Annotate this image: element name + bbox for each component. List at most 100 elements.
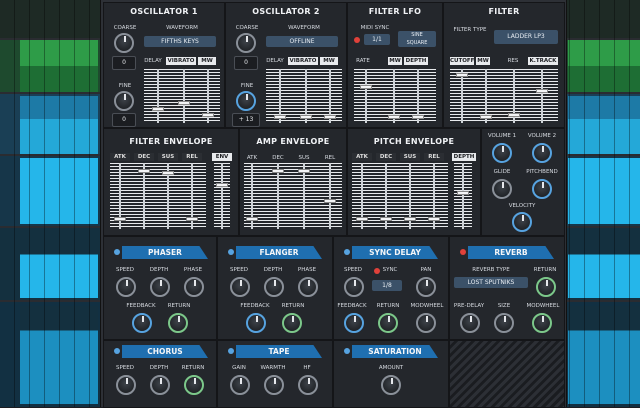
mw-slider[interactable]	[480, 69, 492, 123]
return-knob[interactable]	[378, 313, 398, 333]
return-knob[interactable]	[536, 277, 556, 297]
fine-knob[interactable]	[114, 91, 134, 111]
lfo-wave-select[interactable]: SINE SQUARE	[398, 31, 436, 47]
depth-toggle[interactable]: DEPTH	[452, 153, 476, 161]
sync-delay-power-led[interactable]	[344, 249, 350, 255]
coarse-knob[interactable]	[114, 33, 134, 53]
depth-knob[interactable]	[150, 277, 170, 297]
ktrack-toggle[interactable]: K.TRACK	[528, 57, 558, 65]
rel-slider[interactable]	[428, 163, 440, 229]
vibrato-slider[interactable]	[178, 69, 190, 123]
return-knob[interactable]	[282, 313, 302, 333]
cutoff-label[interactable]: CUTOFF	[450, 57, 474, 65]
amount-knob[interactable]	[381, 375, 401, 395]
phase-knob[interactable]	[184, 277, 204, 297]
mw-toggle[interactable]: MW	[198, 57, 216, 65]
flanger-title[interactable]: FLANGER	[236, 246, 322, 259]
glide-knob[interactable]	[492, 179, 512, 199]
cutoff-slider[interactable]	[456, 69, 468, 123]
mw-slider[interactable]	[324, 69, 336, 123]
sync-delay-title[interactable]: SYNC DELAY	[352, 246, 438, 259]
mw-toggle[interactable]: MW	[388, 57, 402, 65]
fine-value[interactable]: + 13	[232, 113, 260, 127]
res-slider[interactable]	[508, 69, 520, 123]
delay-slider[interactable]	[152, 69, 164, 123]
waveform-select[interactable]: OFFLINE	[266, 36, 338, 47]
reverb-type-select[interactable]: LOST SPUTNIKS	[454, 277, 528, 288]
coarse-value[interactable]: 0	[112, 56, 136, 70]
return-knob[interactable]	[184, 375, 204, 395]
depth-knob[interactable]	[150, 375, 170, 395]
modwheel-knob[interactable]	[416, 313, 436, 333]
dec-slider[interactable]	[272, 163, 284, 229]
volume-1-knob[interactable]	[492, 143, 512, 163]
feedback-knob[interactable]	[246, 313, 266, 333]
reverb-power-led[interactable]	[460, 249, 466, 255]
depth-slider[interactable]	[412, 69, 424, 123]
mw-slider[interactable]	[388, 69, 400, 123]
dec-slider[interactable]	[138, 163, 150, 229]
pan-knob[interactable]	[416, 277, 436, 297]
chorus-title[interactable]: CHORUS	[122, 345, 208, 358]
depth-toggle[interactable]: DEPTH	[404, 57, 428, 65]
chorus-power-led[interactable]	[114, 348, 120, 354]
mw-toggle[interactable]: MW	[476, 57, 490, 65]
feedback-knob[interactable]	[132, 313, 152, 333]
speed-knob[interactable]	[116, 277, 136, 297]
phaser-title[interactable]: PHASER	[122, 246, 208, 259]
atk-slider[interactable]	[356, 163, 368, 229]
env-toggle[interactable]: ENV	[212, 153, 232, 161]
pitch-depth-slider[interactable]	[457, 163, 469, 229]
return-label: RETURN	[167, 303, 191, 309]
pitchbend-knob[interactable]	[532, 179, 552, 199]
env-depth-slider[interactable]	[216, 163, 228, 229]
rel-slider[interactable]	[186, 163, 198, 229]
size-knob[interactable]	[494, 313, 514, 333]
lfo-rate-select[interactable]: 1/1	[364, 34, 390, 45]
speed-knob[interactable]	[116, 375, 136, 395]
modwheel-knob[interactable]	[532, 313, 552, 333]
atk-slider[interactable]	[114, 163, 126, 229]
delay-time-select[interactable]: 1/8	[372, 280, 402, 291]
vibrato-slider[interactable]	[300, 69, 312, 123]
atk-slider[interactable]	[246, 163, 258, 229]
dec-slider[interactable]	[380, 163, 392, 229]
vibrato-toggle[interactable]: VIBRATO	[288, 57, 318, 65]
phase-knob[interactable]	[298, 277, 318, 297]
vibrato-toggle[interactable]: VIBRATO	[166, 57, 196, 65]
saturation-power-led[interactable]	[344, 348, 350, 354]
waveform-select[interactable]: FIFTHS KEYS	[144, 36, 216, 47]
coarse-knob[interactable]	[236, 33, 256, 53]
saturation-title[interactable]: SATURATION	[352, 345, 438, 358]
midi-sync-led[interactable]	[354, 37, 360, 43]
coarse-value[interactable]: 0	[234, 56, 258, 70]
return-knob[interactable]	[168, 313, 188, 333]
feedback-knob[interactable]	[344, 313, 364, 333]
rate-slider[interactable]	[360, 69, 372, 123]
delay-slider[interactable]	[274, 69, 286, 123]
predelay-knob[interactable]	[460, 313, 480, 333]
volume-2-knob[interactable]	[532, 143, 552, 163]
sus-slider[interactable]	[404, 163, 416, 229]
filter-type-select[interactable]: LADDER LP3	[494, 30, 558, 44]
mw-slider[interactable]	[202, 69, 214, 123]
fine-knob[interactable]	[236, 91, 256, 111]
fine-value[interactable]: 0	[112, 113, 136, 127]
mw-toggle[interactable]: MW	[320, 57, 338, 65]
sus-slider[interactable]	[298, 163, 310, 229]
reverb-title[interactable]: REVERB	[468, 246, 554, 259]
gain-knob[interactable]	[230, 375, 250, 395]
phaser-power-led[interactable]	[114, 249, 120, 255]
speed-knob[interactable]	[344, 277, 364, 297]
velocity-knob[interactable]	[512, 212, 532, 232]
rel-slider[interactable]	[324, 163, 336, 229]
depth-knob[interactable]	[264, 277, 284, 297]
ktrack-slider[interactable]	[536, 69, 548, 123]
hf-knob[interactable]	[298, 375, 318, 395]
flanger-power-led[interactable]	[228, 249, 234, 255]
tape-power-led[interactable]	[228, 348, 234, 354]
speed-knob[interactable]	[230, 277, 250, 297]
tape-title[interactable]: TAPE	[236, 345, 322, 358]
sus-slider[interactable]	[162, 163, 174, 229]
warmth-knob[interactable]	[264, 375, 284, 395]
